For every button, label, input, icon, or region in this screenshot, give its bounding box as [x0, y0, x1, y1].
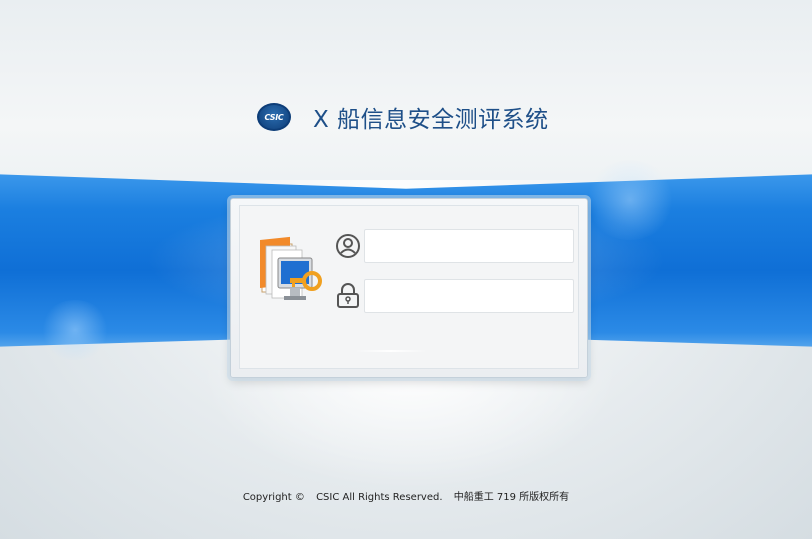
header: CSIC X 船信息安全测评系统	[257, 100, 549, 134]
footer-rights: CSIC All Rights Reserved.	[316, 492, 443, 503]
bottom-shine	[200, 370, 620, 490]
band-glow-right	[585, 160, 675, 240]
login-submit-button[interactable]	[355, 350, 427, 352]
username-row	[334, 228, 574, 264]
band-glow-left	[40, 300, 110, 360]
footer-owner: 中船重工 719 所版权所有	[453, 492, 570, 503]
security-key-icon	[260, 236, 322, 300]
password-input[interactable]	[364, 279, 574, 313]
csic-logo: CSIC	[257, 103, 291, 131]
user-icon	[334, 232, 362, 260]
login-panel	[230, 198, 588, 378]
password-row	[334, 278, 574, 314]
footer-copyright: Copyright ©	[242, 492, 305, 503]
top-background	[0, 0, 812, 180]
logo-text: CSIC	[264, 112, 284, 122]
login-inner	[239, 205, 579, 369]
username-input[interactable]	[364, 229, 574, 263]
lock-icon	[334, 282, 362, 310]
page-title: X 船信息安全测评系统	[313, 107, 549, 133]
footer: Copyright © CSIC All Rights Reserved. 中船…	[0, 488, 812, 503]
